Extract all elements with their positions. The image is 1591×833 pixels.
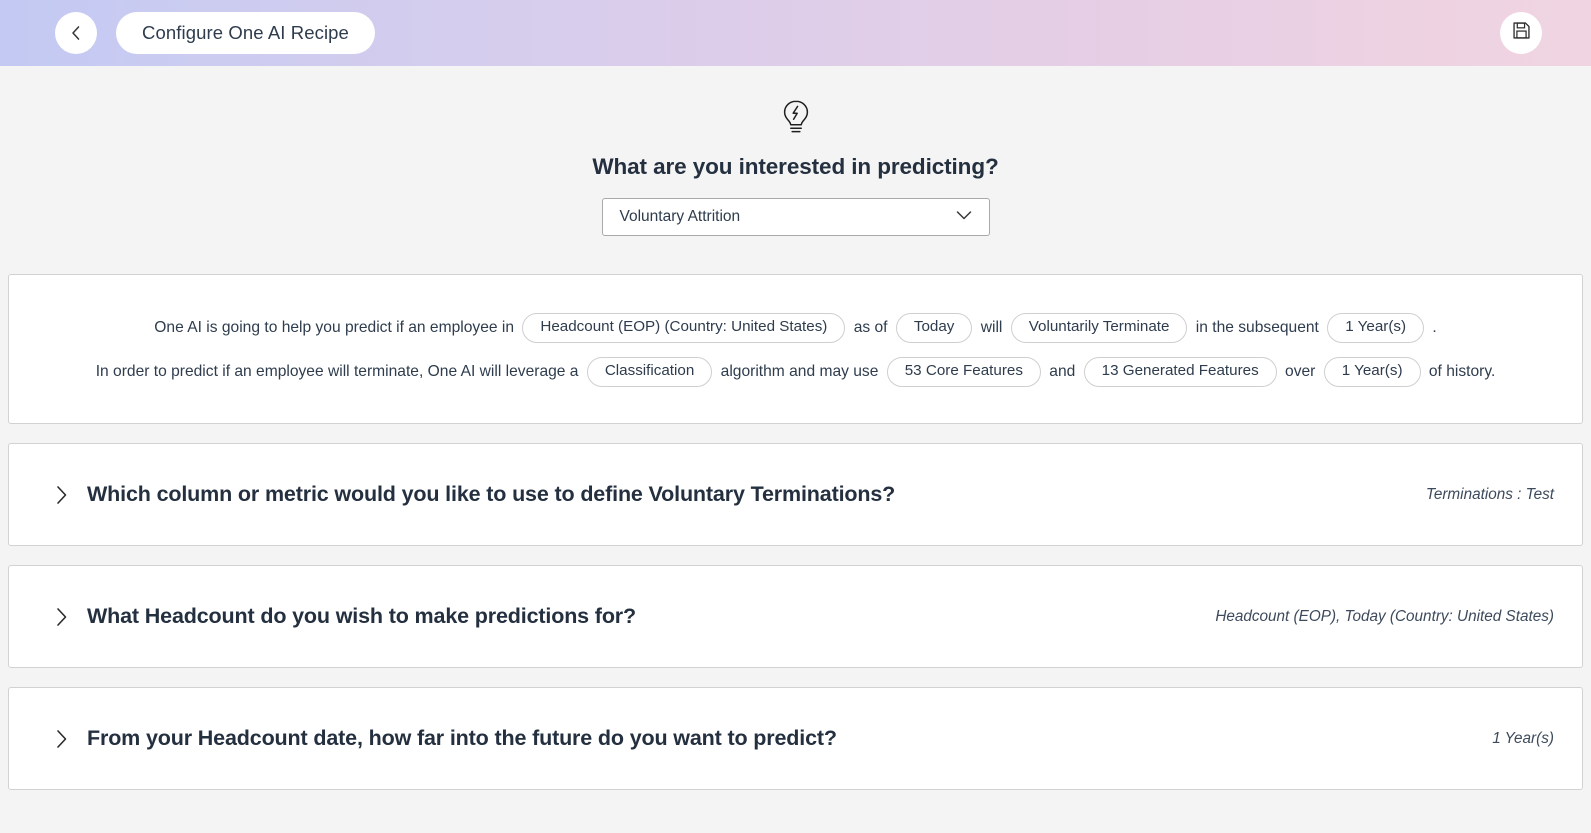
chip-event-type[interactable]: Voluntarily Terminate xyxy=(1010,313,1188,343)
intro-section: What are you interested in predicting? V… xyxy=(0,66,1591,236)
summary-line-1: One AI is going to help you predict if a… xyxy=(29,311,1562,345)
accordion-value: Headcount (EOP), Today (Country: United … xyxy=(1215,607,1554,625)
chip-as-of-date[interactable]: Today xyxy=(895,313,973,343)
summary-text-1b: as of xyxy=(853,319,888,336)
lightbulb-bolt-icon xyxy=(779,99,813,142)
chip-history-window[interactable]: 1 Year(s) xyxy=(1323,357,1421,387)
summary-text-1a: One AI is going to help you predict if a… xyxy=(154,319,515,336)
summary-text-1e: . xyxy=(1432,319,1437,336)
recipe-summary-card: One AI is going to help you predict if a… xyxy=(8,274,1583,425)
accordion-prediction-horizon[interactable]: From your Headcount date, how far into t… xyxy=(8,687,1583,791)
chip-headcount-source[interactable]: Headcount (EOP) (Country: United States) xyxy=(522,313,846,343)
accordion-value: Terminations : Test xyxy=(1425,485,1554,503)
chevron-right-icon xyxy=(53,604,71,630)
top-bar: Configure One AI Recipe xyxy=(0,0,1591,66)
chevron-left-icon xyxy=(66,23,86,43)
accordion-define-terminations[interactable]: Which column or metric would you like to… xyxy=(8,443,1583,547)
page-title: Configure One AI Recipe xyxy=(142,22,349,43)
prediction-target-select[interactable]: Voluntary Attrition xyxy=(601,198,990,236)
save-floppy-icon xyxy=(1511,20,1532,46)
chevron-right-icon xyxy=(53,726,71,752)
page-headline: What are you interested in predicting? xyxy=(592,154,999,179)
summary-text-1d: in the subsequent xyxy=(1195,319,1319,336)
accordion-title: From your Headcount date, how far into t… xyxy=(87,726,837,751)
summary-text-1c: will xyxy=(980,319,1003,336)
chevron-down-icon xyxy=(953,204,975,231)
chip-prediction-horizon[interactable]: 1 Year(s) xyxy=(1327,313,1425,343)
page-content: What are you interested in predicting? V… xyxy=(0,66,1591,791)
back-button[interactable] xyxy=(55,12,97,54)
chevron-right-icon xyxy=(53,482,71,508)
summary-text-2a: In order to predict if an employee will … xyxy=(95,363,579,381)
summary-text-2e: of history. xyxy=(1428,363,1496,381)
summary-text-2b: algorithm and may use xyxy=(720,363,879,381)
accordion-value: 1 Year(s) xyxy=(1492,729,1554,747)
summary-text-2d: over xyxy=(1285,363,1316,381)
chip-core-features[interactable]: 53 Core Features xyxy=(886,357,1041,387)
accordion-title: What Headcount do you wish to make predi… xyxy=(87,604,636,629)
save-button[interactable] xyxy=(1500,12,1542,54)
prediction-target-value: Voluntary Attrition xyxy=(619,208,741,225)
page-title-pill[interactable]: Configure One AI Recipe xyxy=(116,12,375,54)
accordion-headcount-selection[interactable]: What Headcount do you wish to make predi… xyxy=(8,565,1583,669)
accordion-title: Which column or metric would you like to… xyxy=(87,482,896,507)
summary-line-2: In order to predict if an employee will … xyxy=(29,355,1562,389)
chip-algorithm[interactable]: Classification xyxy=(586,357,713,387)
summary-text-2c: and xyxy=(1049,363,1076,381)
chip-generated-features[interactable]: 13 Generated Features xyxy=(1083,357,1277,387)
